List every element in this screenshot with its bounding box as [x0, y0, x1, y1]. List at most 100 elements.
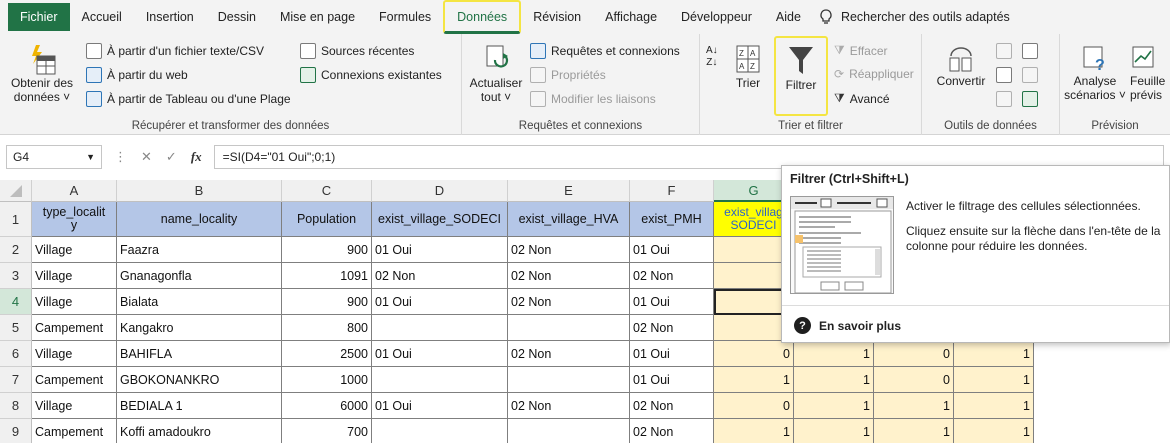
cancel-icon[interactable]: ✕ [141, 149, 152, 165]
row-header-9[interactable]: 9 [0, 419, 32, 443]
cell-col-c-6[interactable]: 2500 [282, 341, 372, 367]
cell-col-g-8[interactable]: 0 [714, 393, 794, 419]
name-box-dropdown-icon[interactable]: ▼ [86, 152, 95, 162]
properties-button[interactable]: Propriétés [530, 67, 606, 83]
column-header-col-c[interactable]: C [282, 180, 372, 202]
cell-col-c-8[interactable]: 6000 [282, 393, 372, 419]
cell-col-c-2[interactable]: 900 [282, 237, 372, 263]
get-data-button[interactable]: Obtenir des données ˅ [4, 44, 80, 104]
text-to-columns-button[interactable]: Convertir [932, 44, 990, 88]
cell-col-e-6[interactable]: 02 Non [508, 341, 630, 367]
cell-col-h-6[interactable]: 1 [794, 341, 874, 367]
cell-col-a-2[interactable]: Village [32, 237, 117, 263]
cell-col-j-8[interactable]: 1 [954, 393, 1034, 419]
cell-col-i-8[interactable]: 1 [874, 393, 954, 419]
header-cell-exist-village-sodeci[interactable]: exist_village_SODECI [372, 202, 508, 237]
tab-revision[interactable]: Révision [521, 0, 593, 34]
cell-col-b-6[interactable]: BAHIFLA [117, 341, 282, 367]
row-header-5[interactable]: 5 [0, 315, 32, 341]
cell-col-f-6[interactable]: 01 Oui [630, 341, 714, 367]
row-header-2[interactable]: 2 [0, 237, 32, 263]
cell-col-a-8[interactable]: Village [32, 393, 117, 419]
tab-dessin[interactable]: Dessin [206, 0, 268, 34]
row-header-4[interactable]: 4 [0, 289, 32, 315]
select-all-corner[interactable] [0, 180, 32, 202]
cell-col-b-2[interactable]: Faazra [117, 237, 282, 263]
data-model-button[interactable] [1022, 91, 1038, 107]
cell-col-f-3[interactable]: 02 Non [630, 263, 714, 289]
what-if-analysis-button[interactable]: ? Analyse scénarios ˅ [1064, 44, 1126, 102]
column-header-col-d[interactable]: D [372, 180, 508, 202]
cell-col-a-6[interactable]: Village [32, 341, 117, 367]
cell-col-d-7[interactable] [372, 367, 508, 393]
cell-col-d-5[interactable] [372, 315, 508, 341]
more-options-icon[interactable]: ⋮ [114, 149, 127, 165]
cell-col-a-7[interactable]: Campement [32, 367, 117, 393]
cell-col-g-7[interactable]: 1 [714, 367, 794, 393]
cell-col-f-9[interactable]: 02 Non [630, 419, 714, 443]
cell-col-h-7[interactable]: 1 [794, 367, 874, 393]
header-cell-type-locality[interactable]: type_localit y [32, 202, 117, 237]
data-validation-button[interactable] [996, 67, 1012, 83]
existing-connections-button[interactable]: Connexions existantes [300, 67, 442, 83]
header-cell-name-locality[interactable]: name_locality [117, 202, 282, 237]
tab-mise-en-page[interactable]: Mise en page [268, 0, 367, 34]
cell-col-e-7[interactable] [508, 367, 630, 393]
recent-sources-button[interactable]: Sources récentes [300, 43, 414, 59]
cell-col-b-4[interactable]: Bialata [117, 289, 282, 315]
cell-col-f-7[interactable]: 01 Oui [630, 367, 714, 393]
cell-col-b-5[interactable]: Kangakro [117, 315, 282, 341]
tab-developpeur[interactable]: Développeur [669, 0, 764, 34]
column-header-col-a[interactable]: A [32, 180, 117, 202]
cell-col-d-8[interactable]: 01 Oui [372, 393, 508, 419]
cell-col-b-8[interactable]: BEDIALA 1 [117, 393, 282, 419]
row-header-7[interactable]: 7 [0, 367, 32, 393]
cell-col-a-5[interactable]: Campement [32, 315, 117, 341]
cell-col-i-7[interactable]: 0 [874, 367, 954, 393]
cell-col-b-3[interactable]: Gnanagonfla [117, 263, 282, 289]
advanced-filter-button[interactable]: ⧩ Avancé [834, 91, 890, 106]
cell-col-d-6[interactable]: 01 Oui [372, 341, 508, 367]
cell-col-a-4[interactable]: Village [32, 289, 117, 315]
cell-col-d-9[interactable] [372, 419, 508, 443]
consolidate-button[interactable] [1022, 67, 1038, 83]
cell-col-f-2[interactable]: 01 Oui [630, 237, 714, 263]
cell-col-f-5[interactable]: 02 Non [630, 315, 714, 341]
cell-col-e-3[interactable]: 02 Non [508, 263, 630, 289]
tab-affichage[interactable]: Affichage [593, 0, 669, 34]
refresh-all-button[interactable]: Actualiser tout ˅ [466, 44, 526, 104]
cell-col-d-2[interactable]: 01 Oui [372, 237, 508, 263]
reapply-button[interactable]: ⟳ Réappliquer [834, 67, 914, 81]
tab-aide[interactable]: Aide [764, 0, 813, 34]
tab-insertion[interactable]: Insertion [134, 0, 206, 34]
header-cell-population[interactable]: Population [282, 202, 372, 237]
cell-col-c-7[interactable]: 1000 [282, 367, 372, 393]
cell-col-e-4[interactable]: 02 Non [508, 289, 630, 315]
cell-col-e-2[interactable]: 02 Non [508, 237, 630, 263]
row-header-1[interactable]: 1 [0, 202, 32, 237]
from-table-button[interactable]: À partir de Tableau ou d'une Plage [86, 91, 291, 107]
cell-col-d-3[interactable]: 02 Non [372, 263, 508, 289]
row-header-8[interactable]: 8 [0, 393, 32, 419]
from-web-button[interactable]: À partir du web [86, 67, 188, 83]
cell-col-a-9[interactable]: Campement [32, 419, 117, 443]
column-header-col-f[interactable]: F [630, 180, 714, 202]
column-header-col-e[interactable]: E [508, 180, 630, 202]
cell-col-e-5[interactable] [508, 315, 630, 341]
tell-me-search[interactable]: Rechercher des outils adaptés [813, 0, 1022, 34]
cell-col-b-9[interactable]: Koffi amadoukro [117, 419, 282, 443]
cell-col-j-9[interactable]: 1 [954, 419, 1034, 443]
row-header-3[interactable]: 3 [0, 263, 32, 289]
cell-col-e-9[interactable] [508, 419, 630, 443]
cell-col-i-9[interactable]: 1 [874, 419, 954, 443]
from-text-csv-button[interactable]: À partir d'un fichier texte/CSV [86, 43, 264, 59]
learn-more-link[interactable]: ? En savoir plus [794, 317, 901, 334]
cell-col-c-9[interactable]: 700 [282, 419, 372, 443]
forecast-sheet-button[interactable]: Feuille prévis [1130, 44, 1170, 102]
cell-col-h-9[interactable]: 1 [794, 419, 874, 443]
cell-col-g-6[interactable]: 0 [714, 341, 794, 367]
cell-col-e-8[interactable]: 02 Non [508, 393, 630, 419]
header-cell-exist-pmh[interactable]: exist_PMH [630, 202, 714, 237]
clear-filter-button[interactable]: ⧩ Effacer [834, 43, 888, 58]
cell-col-d-4[interactable]: 01 Oui [372, 289, 508, 315]
